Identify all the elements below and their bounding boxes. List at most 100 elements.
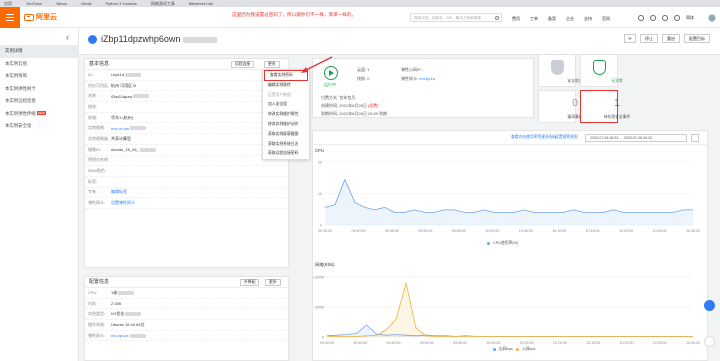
x-tick-label: 09:45:00 — [387, 341, 401, 345]
sidebar-item-disks[interactable]: 本实例云盘 — [0, 58, 79, 71]
instance-id: iZbp11dpzwhp6own — [101, 34, 181, 44]
x-tick-label: 10:10:00 — [552, 229, 566, 233]
cart-icon[interactable] — [662, 15, 668, 21]
redacted-block — [118, 290, 135, 295]
bookmark-item[interactable]: 网络测试工具 — [151, 1, 175, 7]
bookmark-item[interactable]: Gmail — [81, 1, 91, 6]
menu-item[interactable]: 加入安全组 — [263, 100, 309, 110]
menu-item[interactable]: 修改实例维护属性 — [263, 110, 309, 120]
nav-official[interactable]: 官网 — [602, 16, 610, 22]
sidebar-item-eni[interactable]: 本实例弹性网卡 — [0, 83, 79, 96]
x-tick-label: 10:00:00 — [485, 229, 499, 233]
bookmark-item[interactable]: Yahoo — [56, 1, 67, 6]
y-tick-label: 10 — [318, 192, 322, 196]
new-badge: NEW — [36, 111, 46, 116]
bookmark-item[interactable]: YouTube — [26, 1, 42, 6]
no-anomaly-card[interactable]: 无异常 — [580, 54, 623, 87]
disk-count[interactable]: 云盘: 1 — [357, 67, 369, 73]
menu-item[interactable]: 设置用户数据 — [263, 91, 309, 101]
feedback-fab[interactable] — [704, 336, 715, 347]
terminal-icon[interactable] — [638, 15, 644, 21]
security-status-card[interactable]: 安全状态 — [538, 54, 583, 87]
sidebar-item-remote[interactable]: 本实例远程连接 — [0, 95, 79, 108]
info-key: 专有: — [88, 189, 98, 195]
alarm-rule-link[interactable]: 设置报警规则 — [555, 135, 578, 140]
search-input[interactable]: 搜索文档、控制台、API、解决方案和资源 — [410, 13, 502, 22]
search-icon[interactable] — [495, 16, 499, 20]
nav-fees[interactable]: 费用 — [512, 16, 520, 22]
date-range-picker[interactable]: 2020-07-06 08:33 - 2020-07-06 09:33 — [585, 134, 687, 142]
info-row: 实例类型: I/O优化 — [85, 309, 288, 321]
sidebar-item-autoscale[interactable]: 本实例弹性伸缩 NEW — [0, 108, 79, 121]
refresh-button[interactable]: ⟳ — [624, 34, 636, 43]
series-line — [327, 282, 693, 337]
menu-item[interactable]: 获取实例屏幕截图 — [263, 130, 309, 140]
snapshot-count[interactable]: 快照: 0 — [357, 76, 369, 82]
info-value[interactable]: 设置弹性网卡 — [111, 200, 135, 206]
x-tick-label: 10:25:00 — [653, 229, 667, 233]
bookmarks-bar: 应用 YouTube Yahoo Gmail Python 3 Youtube 网络测试工… — [0, 0, 720, 7]
bookmark-item[interactable]: 应用 — [4, 1, 12, 7]
renew-link[interactable]: (续费) — [368, 103, 379, 108]
monitor-panel: 查看内存使用率等更多指标 设置报警规则 2020-07-06 08:33 - 2… — [312, 130, 708, 361]
cpu-legend[interactable]: CPU使用率(%) — [487, 241, 518, 246]
info-value[interactable]: eni-bp1ax — [111, 333, 129, 338]
info-row: 操作系统: Ubuntu 16.04 64位 — [85, 320, 288, 331]
info-value[interactable]: ecs.n4.sm — [111, 126, 129, 131]
more-button[interactable]: 更多 — [264, 60, 280, 68]
restart-button[interactable]: 重启 — [662, 34, 680, 43]
bookmark-item[interactable]: Python 3 Youtube — [105, 1, 136, 6]
sidebar-item-security-group[interactable]: 本实例安全组 — [0, 120, 79, 133]
info-value[interactable]: 编辑标签 — [111, 189, 127, 195]
shield-check-icon — [593, 60, 606, 75]
nav-enterprise[interactable]: 企业 — [566, 16, 574, 22]
menu-item[interactable]: 编辑实例属性 — [263, 81, 309, 91]
x-tick-label: 09:55:00 — [452, 229, 466, 233]
menu-item[interactable]: 修改实例维护动作 — [263, 120, 309, 130]
logo-icon — [24, 13, 34, 21]
info-value: 共享计算型 — [111, 135, 131, 141]
avatar[interactable] — [708, 14, 716, 22]
info-value: i-bp11d — [111, 72, 125, 78]
logo[interactable]: 阿里云 — [24, 12, 57, 22]
remote-connect-button[interactable]: 远程连接 — [231, 60, 255, 68]
value: 0 — [367, 76, 370, 81]
language-switch[interactable]: 简体 — [686, 15, 694, 21]
redacted-block — [129, 333, 146, 338]
security-event-card[interactable]: 1 待处理安全事件 — [580, 90, 630, 123]
nav-support[interactable]: 支持 — [584, 16, 592, 22]
x-tick-label: 09:50:00 — [420, 341, 434, 345]
menu-item[interactable]: 获取实例系统日志 — [263, 140, 309, 150]
sidebar-item-instance-detail[interactable]: 实例详情 — [0, 45, 79, 58]
config-button[interactable]: 配置目标 — [684, 34, 710, 43]
nav-icp[interactable]: 备案 — [548, 16, 556, 22]
network-legend[interactable]: 出网bps 入网bps — [493, 347, 535, 352]
info-row: 内存: 2 GiB — [85, 299, 288, 310]
info-row: 描述: — [85, 102, 288, 113]
bookmark-item[interactable]: Bittorrent Lab — [189, 1, 213, 6]
more-button[interactable]: 更多 — [265, 278, 281, 286]
info-value: 1核 — [111, 289, 118, 295]
help-icon[interactable] — [674, 15, 680, 21]
more-dropdown-menu: 查看实例密码 编辑实例属性 设置用户数据 加入安全组 修改实例维护属性 修改实例维护动作获… — [262, 69, 310, 161]
legend-label: CPU使用率(%) — [493, 241, 519, 245]
menu-item[interactable]: 获取远程连接密码 — [263, 149, 309, 159]
info-key: RAM角色: — [88, 168, 106, 174]
assistant-fab[interactable] — [704, 300, 715, 311]
info-row: 弹性网卡: 设置弹性网卡 — [85, 198, 288, 209]
menu-icon[interactable] — [0, 7, 20, 28]
sidebar-item-snapshots[interactable]: 本实例快照 — [0, 70, 79, 83]
eni[interactable]: 弹性网卡: eni-bp1a — [401, 76, 435, 82]
back-arrow-icon[interactable]: ‹ — [66, 32, 69, 42]
vuln-card[interactable]: 0 漏洞事件 — [538, 90, 583, 123]
nav-tickets[interactable]: 工单 — [530, 16, 538, 22]
bell-icon[interactable] — [650, 15, 656, 21]
info-key: ID: — [88, 72, 94, 78]
upgrade-button[interactable]: 升降配 — [240, 278, 260, 286]
calendar-icon[interactable] — [691, 134, 699, 142]
top-icons: 简体 — [638, 15, 694, 21]
info-row: 实例规格族: 共享计算型 — [85, 134, 288, 145]
info-key: 名称: — [88, 93, 98, 99]
more-metrics-link[interactable]: 查看内存使用率等更多指标 — [511, 135, 557, 140]
stop-button[interactable]: 停止 — [640, 34, 658, 43]
